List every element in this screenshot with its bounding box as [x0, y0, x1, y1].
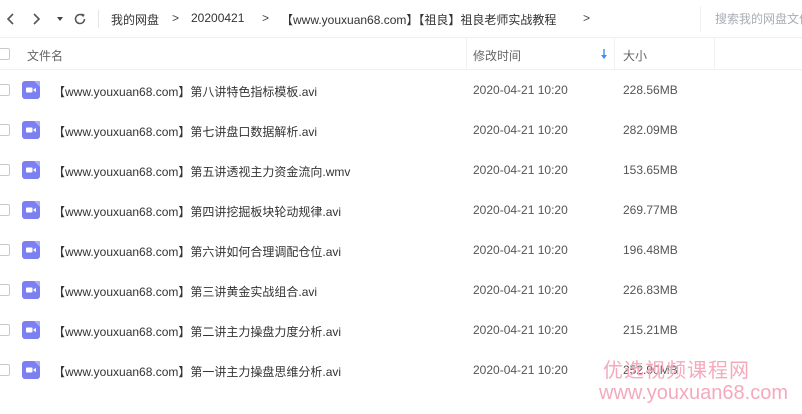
breadcrumb-item-current[interactable]: 【www.youxuan68.com】【祖良】祖良老师实战教程: [281, 11, 556, 28]
column-header-size[interactable]: 大小: [623, 47, 647, 64]
top-toolbar: 我的网盘 > 20200421 > 【www.youxuan68.com】【祖良…: [0, 0, 802, 38]
row-checkbox[interactable]: [0, 84, 10, 96]
video-file-icon: [22, 241, 40, 259]
video-file-icon: [22, 361, 40, 379]
forward-button[interactable]: [25, 8, 47, 30]
file-modified-time: 2020-04-21 10:20: [473, 363, 568, 377]
column-divider[interactable]: [714, 38, 715, 70]
file-row[interactable]: 【www.youxuan68.com】第六讲如何合理调配仓位.avi 2020-0…: [0, 230, 802, 270]
back-button[interactable]: [0, 8, 22, 30]
file-row[interactable]: 【www.youxuan68.com】第二讲主力操盘力度分析.avi 2020-0…: [0, 310, 802, 350]
row-checkbox[interactable]: [0, 284, 10, 296]
breadcrumb-separator: >: [583, 11, 591, 25]
video-file-icon: [22, 161, 40, 179]
watermark-title: 优选视频课程网: [603, 360, 750, 382]
search-input[interactable]: 搜索我的网盘文件: [700, 6, 802, 32]
file-size: 228.56MB: [623, 83, 678, 97]
file-name[interactable]: 【www.youxuan68.com】第三讲黄金实战组合.avi: [53, 283, 317, 300]
file-row[interactable]: 【www.youxuan68.com】第七讲盘口数据解析.avi 2020-04-…: [0, 110, 802, 150]
file-modified-time: 2020-04-21 10:20: [473, 163, 568, 177]
breadcrumb-separator: >: [172, 11, 180, 25]
row-checkbox[interactable]: [0, 364, 10, 376]
file-modified-time: 2020-04-21 10:20: [473, 323, 568, 337]
file-modified-time: 2020-04-21 10:20: [473, 203, 568, 217]
select-all-checkbox[interactable]: [0, 48, 10, 60]
file-size: 196.48MB: [623, 243, 678, 257]
breadcrumb-item-root[interactable]: 我的网盘: [111, 11, 159, 28]
file-size: 226.83MB: [623, 283, 678, 297]
toolbar-divider: [98, 10, 99, 28]
chevron-right-icon: [33, 13, 41, 25]
file-name[interactable]: 【www.youxuan68.com】第一讲主力操盘思维分析.avi: [53, 363, 341, 380]
sort-down-icon[interactable]: [599, 48, 609, 60]
column-header-time[interactable]: 修改时间: [473, 47, 521, 64]
video-file-icon: [22, 81, 40, 99]
breadcrumb-item-date[interactable]: 20200421: [191, 11, 244, 25]
file-row[interactable]: 【www.youxuan68.com】第五讲透视主力资金流向.wmv 2020-0…: [0, 150, 802, 190]
file-modified-time: 2020-04-21 10:20: [473, 83, 568, 97]
history-dropdown-button[interactable]: [49, 8, 71, 30]
refresh-icon: [74, 13, 86, 25]
file-name[interactable]: 【www.youxuan68.com】第七讲盘口数据解析.avi: [53, 123, 317, 140]
watermark: 优选视频课程网 www.youxuan68.com: [566, 352, 802, 414]
refresh-button[interactable]: [69, 8, 91, 30]
breadcrumb-separator: >: [262, 11, 270, 25]
file-name[interactable]: 【www.youxuan68.com】第五讲透视主力资金流向.wmv: [53, 163, 350, 180]
file-modified-time: 2020-04-21 10:20: [473, 243, 568, 257]
file-row[interactable]: 【www.youxuan68.com】第八讲特色指标模板.avi 2020-04-…: [0, 70, 802, 110]
column-divider[interactable]: [614, 38, 615, 70]
file-modified-time: 2020-04-21 10:20: [473, 123, 568, 137]
file-list-header: 文件名 修改时间 大小: [0, 38, 802, 70]
column-divider[interactable]: [466, 38, 467, 70]
row-checkbox[interactable]: [0, 124, 10, 136]
file-name[interactable]: 【www.youxuan68.com】第六讲如何合理调配仓位.avi: [53, 243, 341, 260]
video-file-icon: [22, 281, 40, 299]
file-size: 153.65MB: [623, 163, 678, 177]
row-checkbox[interactable]: [0, 164, 10, 176]
row-checkbox[interactable]: [0, 204, 10, 216]
file-modified-time: 2020-04-21 10:20: [473, 283, 568, 297]
chevron-left-icon: [6, 13, 14, 25]
caret-down-icon: [57, 17, 63, 21]
video-file-icon: [22, 121, 40, 139]
file-row[interactable]: 【www.youxuan68.com】第三讲黄金实战组合.avi 2020-04-…: [0, 270, 802, 310]
file-name[interactable]: 【www.youxuan68.com】第二讲主力操盘力度分析.avi: [53, 323, 341, 340]
file-row[interactable]: 【www.youxuan68.com】第四讲挖掘板块轮动规律.avi 2020-0…: [0, 190, 802, 230]
row-checkbox[interactable]: [0, 244, 10, 256]
row-checkbox[interactable]: [0, 324, 10, 336]
file-name[interactable]: 【www.youxuan68.com】第八讲特色指标模板.avi: [53, 83, 317, 100]
video-file-icon: [22, 201, 40, 219]
file-size: 215.21MB: [623, 323, 678, 337]
column-header-name[interactable]: 文件名: [27, 47, 63, 64]
file-size: 269.77MB: [623, 203, 678, 217]
watermark-url: www.youxuan68.com: [599, 382, 788, 404]
video-file-icon: [22, 321, 40, 339]
file-size: 282.09MB: [623, 123, 678, 137]
file-name[interactable]: 【www.youxuan68.com】第四讲挖掘板块轮动规律.avi: [53, 203, 341, 220]
